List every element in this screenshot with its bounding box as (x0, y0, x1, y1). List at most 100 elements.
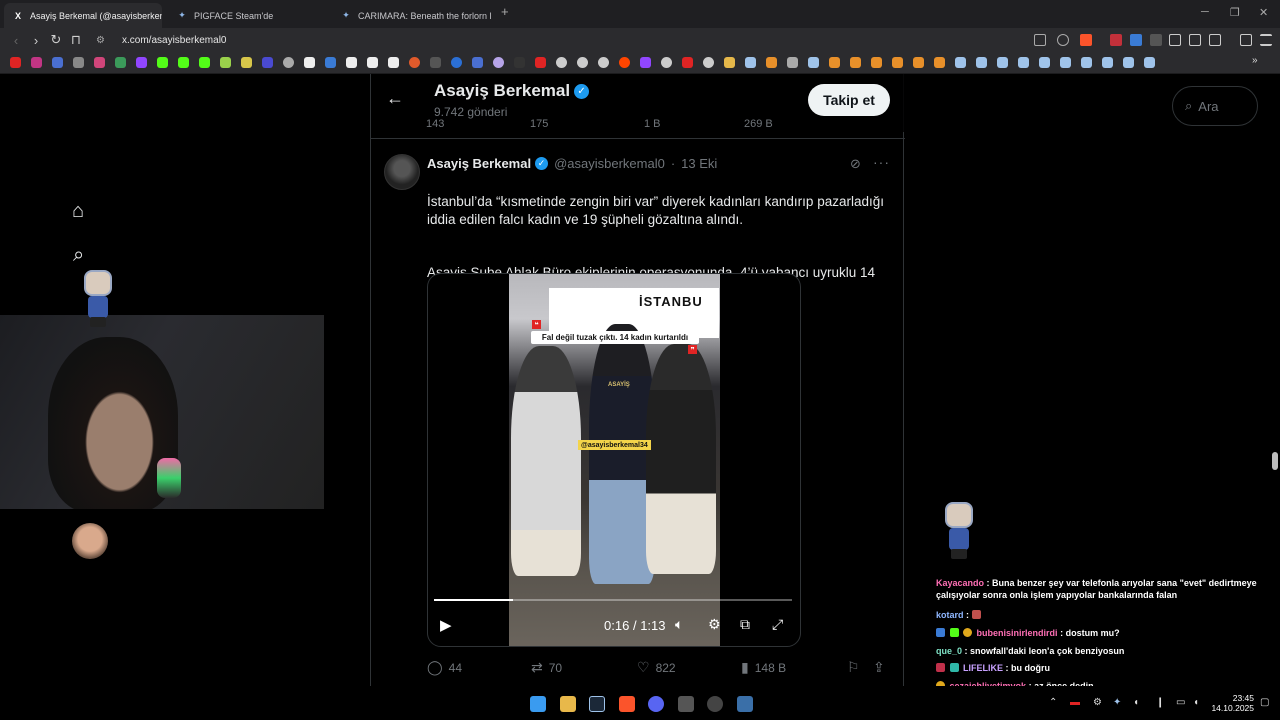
bookmark-icon[interactable] (892, 57, 903, 68)
youtube-bookmark-icon[interactable] (10, 57, 21, 68)
tweet-date[interactable]: 13 Eki (681, 156, 717, 171)
repost-button[interactable]: ⇄ 70 (531, 659, 562, 676)
bookmark-icon[interactable] (829, 57, 840, 68)
site-settings-icon[interactable]: ⚙ (96, 35, 110, 46)
cast-icon[interactable] (1034, 34, 1046, 46)
steam-bookmark-icon[interactable] (1039, 57, 1050, 68)
steam-bookmark-icon[interactable] (1123, 57, 1134, 68)
author-name[interactable]: Asayiş Berkemal (427, 156, 531, 171)
twitch-bookmark-icon[interactable] (136, 57, 147, 68)
follow-button[interactable]: Takip et (808, 84, 890, 116)
search-icon[interactable]: ⌕ (73, 244, 84, 267)
author-avatar[interactable] (384, 154, 420, 190)
reply-button[interactable]: ◯ 44 (427, 659, 462, 676)
steam-app-icon[interactable] (589, 696, 605, 712)
mic-tray-icon[interactable]: ❙ (1156, 697, 1164, 708)
close-window-icon[interactable]: ✕ (1259, 6, 1268, 19)
app-icon[interactable] (737, 696, 753, 712)
bookmark-icon[interactable] (220, 57, 231, 68)
amazon-bookmark-icon[interactable] (388, 57, 399, 68)
steam-bookmark-icon[interactable] (1144, 57, 1155, 68)
bookmark-button[interactable]: ⚐ (847, 659, 866, 676)
media-icon[interactable] (1240, 34, 1252, 46)
bookmark-icon[interactable] (346, 57, 357, 68)
extension-icon[interactable] (1150, 34, 1162, 46)
tab-x-profile[interactable]: X Asayiş Berkemal (@asayisberkem ✕ (4, 3, 162, 28)
steam-bookmark-icon[interactable] (955, 57, 966, 68)
steam-tray-icon[interactable]: ✦ (1113, 697, 1121, 708)
home-icon[interactable]: ⌂ (72, 200, 84, 223)
bookmark-icon[interactable] (787, 57, 798, 68)
steam-bookmark-icon[interactable] (997, 57, 1008, 68)
steam-bookmark-icon[interactable] (1018, 57, 1029, 68)
back-arrow-icon[interactable]: ← (386, 88, 404, 109)
forward-icon[interactable]: › (28, 32, 44, 48)
video-progress-bar[interactable] (434, 599, 792, 601)
bookmark-icon[interactable] (556, 57, 567, 68)
instagram-bookmark-icon[interactable] (31, 57, 42, 68)
more-options-icon[interactable]: ··· (873, 154, 890, 170)
bookmark-icon[interactable] (703, 57, 714, 68)
tray-icon[interactable]: ⚙ (1093, 697, 1102, 708)
discord-app-icon[interactable] (648, 696, 664, 712)
bookmark-icon[interactable] (640, 57, 651, 68)
more-bookmarks-icon[interactable]: » (1252, 55, 1263, 66)
system-clock[interactable]: 23:45 14.10.2025 (1208, 693, 1254, 713)
reply-count[interactable]: 143 (426, 118, 444, 130)
bookmark-icon[interactable] (241, 57, 252, 68)
start-menu-icon[interactable] (530, 696, 546, 712)
kick-bookmark-icon[interactable] (199, 57, 210, 68)
steam-bookmark-icon[interactable] (745, 57, 756, 68)
drive-bookmark-icon[interactable] (115, 57, 126, 68)
url-field[interactable]: ⚙ x.com/asayisberkemal0 (90, 31, 1030, 49)
bookmark-icon[interactable] (535, 57, 546, 68)
bookmark-icon[interactable] (283, 57, 294, 68)
volume-icon[interactable]: 🔈︎ (675, 616, 683, 633)
bookmark-icon[interactable] (514, 57, 525, 68)
bookmark-icon[interactable] (493, 57, 504, 68)
obs-app-icon[interactable] (707, 696, 723, 712)
extensions-puzzle-icon[interactable] (1189, 34, 1201, 46)
author-handle[interactable]: @asayisberkemal0 (554, 156, 665, 171)
bookmark-icon[interactable] (409, 57, 420, 68)
steam-bookmark-icon[interactable] (1060, 57, 1071, 68)
reddit-bookmark-icon[interactable] (619, 57, 630, 68)
folder-bookmark-icon[interactable] (724, 57, 735, 68)
menu-icon[interactable] (1260, 34, 1272, 46)
extension-icon[interactable] (1169, 34, 1181, 46)
minimize-icon[interactable]: ─ (1201, 6, 1209, 18)
grok-icon[interactable]: ⊘ (850, 156, 861, 172)
gmail-bookmark-icon[interactable] (94, 57, 105, 68)
bookmark-icon[interactable] (367, 57, 378, 68)
bookmark-icon[interactable] (577, 57, 588, 68)
speaker-tray-icon[interactable]: ◖ (1133, 697, 1139, 708)
bookmark-icon[interactable] (262, 57, 273, 68)
notification-icon[interactable]: ▢ (1260, 697, 1269, 708)
brave-shield-icon[interactable] (1080, 34, 1092, 46)
steam-bookmark-icon[interactable] (808, 57, 819, 68)
tab-pigface[interactable]: ✦ PIGFACE Steam'de (168, 3, 328, 28)
bookmark-icon[interactable] (871, 57, 882, 68)
picture-in-picture-icon[interactable]: ⧉ (740, 616, 750, 633)
search-input[interactable]: ⌕ Ara (1172, 86, 1258, 126)
network-icon[interactable]: ▭ (1176, 697, 1185, 708)
volume-icon[interactable]: ◖ (1193, 697, 1199, 708)
bookmark-icon[interactable]: ⊓ (68, 32, 84, 48)
bookmark-icon[interactable] (913, 57, 924, 68)
extension-icon[interactable] (1130, 34, 1142, 46)
bookmark-icon[interactable] (472, 57, 483, 68)
bookmark-icon[interactable] (682, 57, 693, 68)
bookmark-icon[interactable] (661, 57, 672, 68)
app-icon[interactable] (678, 696, 694, 712)
steam-bookmark-icon[interactable] (976, 57, 987, 68)
maximize-icon[interactable]: ❐ (1230, 6, 1240, 19)
x-bookmark-icon[interactable] (304, 57, 315, 68)
fullscreen-icon[interactable]: ⤢ (772, 616, 783, 633)
steam-bookmark-icon[interactable] (1102, 57, 1113, 68)
bookmark-icon[interactable] (430, 57, 441, 68)
file-explorer-icon[interactable] (560, 696, 576, 712)
views-button[interactable]: ▮ 148 B (741, 659, 786, 676)
tab-carimara[interactable]: ✦ CARIMARA: Beneath the forlorn limb (332, 3, 492, 28)
brave-app-icon[interactable] (619, 696, 635, 712)
bookmark-icon[interactable] (766, 57, 777, 68)
